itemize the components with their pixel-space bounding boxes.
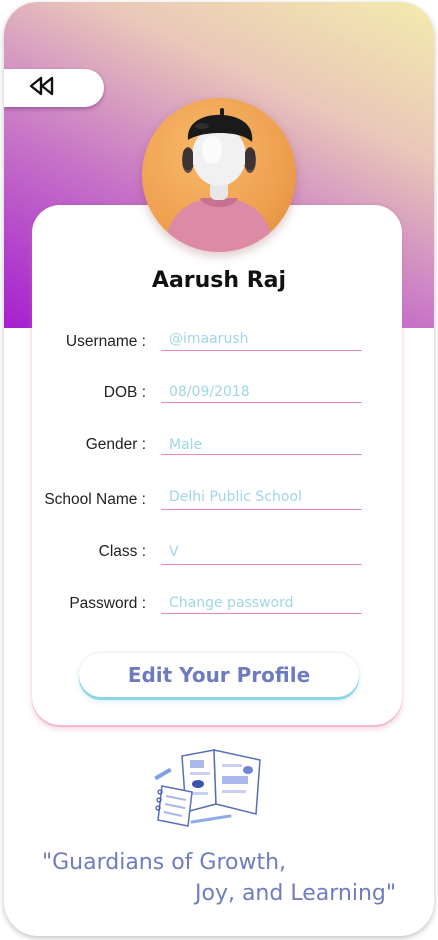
password-value[interactable]: Change password (169, 595, 294, 611)
gender-label: Gender : (85, 436, 146, 453)
username-underline (161, 350, 362, 351)
avatar[interactable] (142, 98, 296, 252)
class-underline (161, 564, 362, 565)
school-name-value[interactable]: Delhi Public School (169, 489, 302, 505)
class-label: Class : (98, 543, 146, 560)
profile-screen: Aarush Raj Username : @imaarush DOB : 08… (4, 2, 434, 936)
quote-line-1: "Guardians of Growth, (42, 850, 287, 875)
school-name-label: School Name : (44, 491, 146, 508)
dob-value[interactable]: 08/09/2018 (169, 384, 250, 400)
username-label: Username : (65, 333, 146, 350)
password-label: Password : (69, 595, 146, 612)
password-underline (161, 613, 362, 614)
rewind-icon (28, 75, 56, 101)
school-name-underline (161, 509, 362, 510)
back-button[interactable] (4, 69, 104, 107)
edit-profile-button[interactable]: Edit Your Profile (79, 653, 359, 697)
quote-line-2: Joy, and Learning" (195, 881, 396, 906)
profile-name: Aarush Raj (151, 268, 287, 293)
class-value[interactable]: V (169, 544, 179, 560)
username-value[interactable]: @imaarush (169, 331, 248, 347)
gender-underline (161, 454, 362, 455)
dob-underline (161, 402, 362, 403)
open-book-notebook-icon (152, 746, 267, 831)
gender-value[interactable]: Male (169, 437, 202, 453)
dob-label: DOB : (103, 384, 146, 401)
student-avatar-icon (164, 108, 274, 252)
